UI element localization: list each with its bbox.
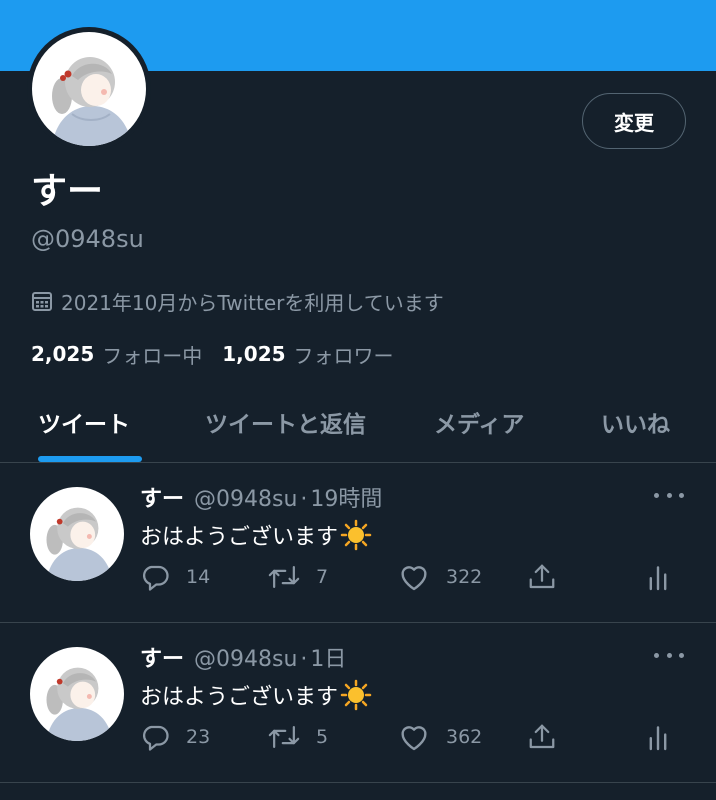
sun-emoji-icon [340,679,372,711]
like-count: 362 [446,726,483,748]
analytics-icon [649,566,667,591]
retweet-icon [268,566,300,588]
retweet-button[interactable]: 7 [268,559,328,595]
avatar-illustration [52,57,132,146]
joined-text: 2021年10月からTwitterを利用しています [61,290,444,315]
followers-count[interactable]: 1,025 [222,342,285,366]
tweet-timestamp[interactable]: 1日 [310,641,346,673]
avatar-illustration [46,507,113,581]
avatar[interactable] [30,487,124,581]
retweet-count: 7 [316,566,329,588]
joined-date: 2021年10月からTwitterを利用しています [31,286,444,316]
reply-button[interactable]: 14 [140,559,210,595]
display-name: すー [31,171,104,212]
share-button[interactable] [527,719,573,755]
tweet-author-handle[interactable]: @0948su [194,487,297,512]
tweet-header: すー @0948su · 19時間 [140,481,382,515]
tweet-author-name[interactable]: すー [140,481,184,513]
avatar[interactable] [30,647,124,741]
change-button[interactable]: 変更 [582,93,686,149]
avatar-illustration [46,667,113,741]
share-icon [529,724,555,749]
tweet-text: おはようございます [140,685,339,710]
follow-stats: 2,025 フォロー中 1,025 フォロワー [31,339,394,369]
sun-emoji-icon [340,519,372,551]
tweet-author-name[interactable]: すー [140,641,184,673]
tweet-header: すー @0948su · 1日 [140,641,346,675]
like-count: 322 [446,566,483,588]
reply-icon [143,565,169,591]
reply-button[interactable]: 23 [140,719,210,755]
separator-dot: · [300,647,308,672]
tweet-author-handle[interactable]: @0948su [194,647,297,672]
reply-count: 23 [186,726,211,748]
followers-label[interactable]: フォロワー [294,340,394,369]
more-icon[interactable] [654,485,684,505]
separator-dot: · [300,487,308,512]
retweet-count: 5 [316,726,329,748]
tweet-text-row: おはようございます [140,519,372,551]
tweet[interactable]: すー @0948su · 19時間 おはようございます 14 7 322 [0,463,716,621]
share-button[interactable] [527,559,573,595]
reply-icon [143,725,169,751]
profile-tabs: ツイート ツイートと返信 メディア いいね [0,390,716,462]
retweet-button[interactable]: 5 [268,719,328,755]
share-icon [529,564,555,589]
like-icon [401,566,427,591]
analytics-button[interactable] [646,559,686,595]
profile-avatar[interactable] [27,27,151,151]
tab-tweets[interactable]: ツイート [38,390,130,454]
reply-count: 14 [186,566,211,588]
like-icon [401,726,427,751]
tweet-text-row: おはようございます [140,679,372,711]
calendar-icon [32,292,52,311]
divider [0,782,716,783]
like-button[interactable]: 322 [398,559,482,595]
analytics-button[interactable] [646,719,686,755]
tab-likes[interactable]: いいね [601,390,670,454]
tweet-actions: 23 5 362 [140,719,680,755]
more-icon[interactable] [654,645,684,665]
tweet-timestamp[interactable]: 19時間 [310,481,382,513]
tab-media[interactable]: メディア [434,390,524,454]
tweet[interactable]: すー @0948su · 1日 おはようございます 23 5 362 [0,623,716,781]
profile-handle: @0948su [31,225,144,253]
like-button[interactable]: 362 [398,719,482,755]
following-count[interactable]: 2,025 [31,342,94,366]
analytics-icon [649,726,667,751]
retweet-icon [268,726,300,748]
tweet-text: おはようございます [140,525,339,550]
tab-tweets-and-replies[interactable]: ツイートと返信 [205,390,366,454]
following-label[interactable]: フォロー中 [102,340,202,369]
tweet-actions: 14 7 322 [140,559,680,595]
